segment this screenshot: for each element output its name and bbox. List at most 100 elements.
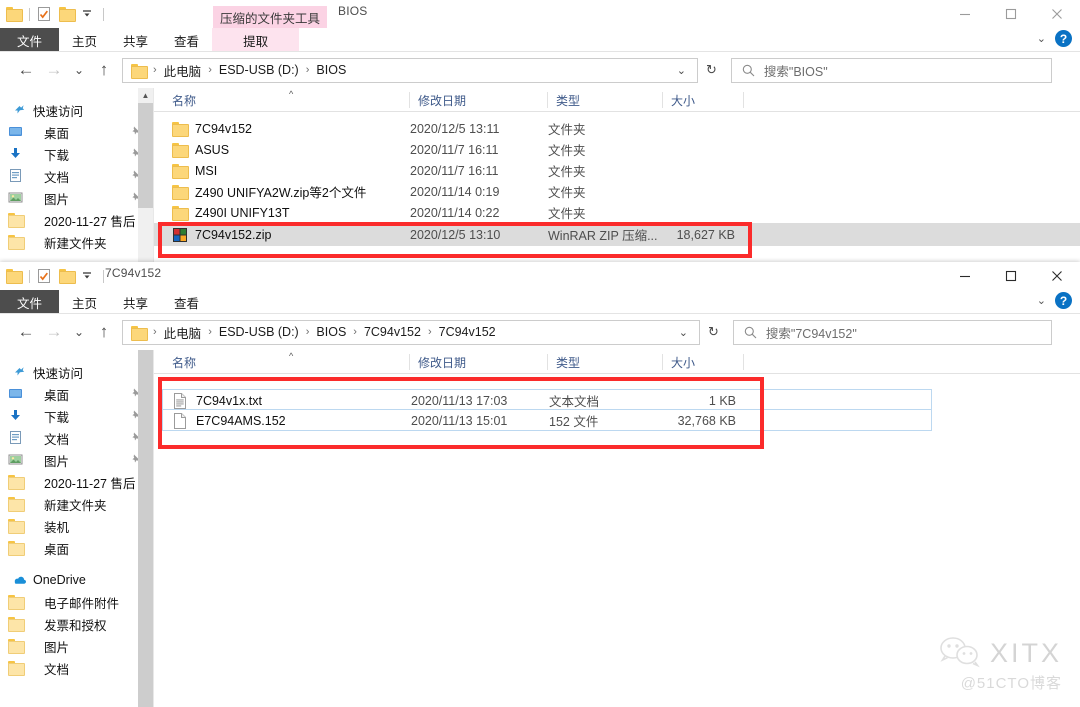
help-icon[interactable]: ? bbox=[1055, 30, 1072, 47]
window2-sidebar-scrollbar[interactable] bbox=[138, 350, 153, 707]
ribbon-expand-chevron-down-icon[interactable]: ⌄ bbox=[1037, 294, 1046, 307]
sidebar-item-downloads[interactable]: 下载 bbox=[0, 143, 153, 165]
tab-home[interactable]: 主页 bbox=[59, 28, 110, 52]
window2-search-box[interactable]: 搜索"7C94v152" bbox=[732, 319, 1052, 345]
back-arrow-icon[interactable]: ← bbox=[12, 55, 40, 85]
window1-window-controls[interactable] bbox=[942, 0, 1080, 28]
minimize-icon[interactable] bbox=[942, 0, 988, 28]
refresh-icon[interactable]: ↻ bbox=[700, 324, 727, 340]
tab-view[interactable]: 查看 bbox=[161, 290, 212, 314]
window2-window-controls[interactable] bbox=[942, 262, 1080, 290]
table-row-selected[interactable]: 7C94v152.zip 2020/12/5 13:10 WinRAR ZIP … bbox=[154, 223, 1080, 246]
maximize-icon[interactable] bbox=[988, 262, 1034, 290]
scroll-up-arrow-icon[interactable]: ▲ bbox=[138, 88, 153, 103]
close-icon[interactable] bbox=[1034, 262, 1080, 290]
customize-dropdown-icon[interactable] bbox=[80, 6, 97, 23]
new-folder-icon[interactable] bbox=[59, 268, 76, 285]
sidebar-item-downloads[interactable]: 下载 bbox=[0, 405, 153, 427]
sidebar-item-pictures[interactable]: 图片 bbox=[0, 187, 153, 209]
sidebar-item-invoices[interactable]: 发票和授权 bbox=[0, 613, 153, 635]
table-row[interactable]: MSI 2020/11/7 16:11 文件夹 bbox=[154, 160, 1080, 181]
sidebar-item-onedrive[interactable]: OneDrive bbox=[0, 569, 153, 591]
recent-locations-chevron-down-icon[interactable]: ⌄ bbox=[68, 317, 90, 347]
tab-share[interactable]: 共享 bbox=[110, 28, 161, 52]
sidebar-item-pictures[interactable]: 图片 bbox=[0, 449, 153, 471]
breadcrumb-item-0[interactable]: 此电脑 bbox=[161, 323, 205, 342]
breadcrumb-item-3[interactable]: 7C94v152 bbox=[361, 325, 424, 339]
window1-column-headers[interactable]: ^ 名称 修改日期 类型 大小 bbox=[154, 88, 1080, 112]
breadcrumb-item-4[interactable]: 7C94v152 bbox=[436, 325, 499, 339]
column-header-name[interactable]: 名称 bbox=[164, 350, 196, 374]
window1-quick-access-toolbar[interactable] bbox=[6, 3, 110, 25]
column-header-size[interactable]: 大小 bbox=[663, 350, 695, 374]
ribbon-expand-chevron-down-icon[interactable]: ⌄ bbox=[1037, 32, 1046, 45]
window1-sidebar[interactable]: 快速访问 桌面 下载 文档 图片 2020-11-27 售后 新建文件夹 ▲ bbox=[0, 88, 153, 262]
table-row[interactable]: ASUS 2020/11/7 16:11 文件夹 bbox=[154, 139, 1080, 160]
back-arrow-icon[interactable]: ← bbox=[12, 317, 40, 347]
scrollbar-thumb[interactable] bbox=[138, 103, 153, 208]
tab-file[interactable]: 文件 bbox=[0, 290, 60, 314]
sidebar-item-documents[interactable]: 文档 bbox=[0, 165, 153, 187]
folder-icon[interactable] bbox=[6, 268, 23, 285]
window1-address-bar[interactable]: › 此电脑 › ESD-USB (D:) › BIOS ⌄ bbox=[122, 57, 698, 83]
up-arrow-icon[interactable]: ↑ bbox=[90, 317, 118, 347]
table-row[interactable]: 7C94v152 2020/12/5 13:11 文件夹 bbox=[154, 118, 1080, 139]
window2-quick-access-toolbar[interactable] bbox=[6, 265, 110, 287]
customize-dropdown-icon[interactable] bbox=[80, 268, 97, 285]
window2-address-bar[interactable]: › 此电脑 › ESD-USB (D:) › BIOS › 7C94v152 ›… bbox=[122, 319, 700, 345]
sidebar-item-documents-onedrive[interactable]: 文档 bbox=[0, 657, 153, 679]
sidebar-item-desktop[interactable]: 桌面 bbox=[0, 383, 153, 405]
close-icon[interactable] bbox=[1034, 0, 1080, 28]
maximize-icon[interactable] bbox=[988, 0, 1034, 28]
column-header-type[interactable]: 类型 bbox=[548, 88, 580, 112]
address-history-chevron-down-icon[interactable]: ⌄ bbox=[670, 64, 693, 77]
sidebar-item-quick-access[interactable]: 快速访问 bbox=[0, 361, 153, 383]
scrollbar-thumb[interactable] bbox=[138, 350, 153, 707]
column-header-size[interactable]: 大小 bbox=[663, 88, 695, 112]
window1-sidebar-scrollbar[interactable]: ▲ bbox=[138, 88, 153, 262]
refresh-icon[interactable]: ↻ bbox=[698, 62, 725, 78]
sidebar-item-quick-access[interactable]: 快速访问 bbox=[0, 99, 153, 121]
table-row-selected[interactable]: E7C94AMS.152 2020/11/13 15:01 152 文件 32,… bbox=[162, 410, 932, 431]
table-row[interactable]: Z490I UNIFY13T 2020/11/14 0:22 文件夹 bbox=[154, 202, 1080, 223]
tab-home[interactable]: 主页 bbox=[59, 290, 110, 314]
address-history-chevron-down-icon[interactable]: ⌄ bbox=[672, 326, 695, 339]
table-row-selected[interactable]: 7C94v1x.txt 2020/11/13 17:03 文本文档 1 KB bbox=[162, 389, 932, 410]
tab-extract[interactable]: 提取 bbox=[212, 28, 300, 52]
sidebar-item-folder-20201127[interactable]: 2020-11-27 售后 bbox=[0, 471, 153, 493]
sidebar-item-pictures-onedrive[interactable]: 图片 bbox=[0, 635, 153, 657]
column-header-date[interactable]: 修改日期 bbox=[410, 350, 466, 374]
sidebar-item-email-attachments[interactable]: 电子邮件附件 bbox=[0, 591, 153, 613]
properties-icon[interactable] bbox=[36, 268, 53, 285]
window2-sidebar[interactable]: 快速访问 桌面 下载 文档 图片 2020-11-27 售后 新建文件夹 装机 … bbox=[0, 350, 153, 707]
breadcrumb-item-2[interactable]: BIOS bbox=[313, 63, 349, 77]
properties-icon[interactable] bbox=[36, 6, 53, 23]
minimize-icon[interactable] bbox=[942, 262, 988, 290]
breadcrumb-item-1[interactable]: ESD-USB (D:) bbox=[216, 63, 302, 77]
help-icon[interactable]: ? bbox=[1055, 292, 1072, 309]
table-row[interactable]: Z490 UNIFYA2W.zip等2个文件 2020/11/14 0:19 文… bbox=[154, 181, 1080, 202]
recent-locations-chevron-down-icon[interactable]: ⌄ bbox=[68, 55, 90, 85]
sidebar-item-new-folder[interactable]: 新建文件夹 bbox=[0, 493, 153, 515]
up-arrow-icon[interactable]: ↑ bbox=[90, 55, 118, 85]
sidebar-item-folder-20201127[interactable]: 2020-11-27 售后 bbox=[0, 209, 153, 231]
column-header-type[interactable]: 类型 bbox=[548, 350, 580, 374]
sidebar-item-documents[interactable]: 文档 bbox=[0, 427, 153, 449]
tab-file[interactable]: 文件 bbox=[0, 28, 60, 52]
breadcrumb-item-2[interactable]: BIOS bbox=[313, 325, 349, 339]
sidebar-item-desktop[interactable]: 桌面 bbox=[0, 121, 153, 143]
sidebar-item-zhuangji[interactable]: 装机 bbox=[0, 515, 153, 537]
sidebar-item-new-folder[interactable]: 新建文件夹 bbox=[0, 231, 153, 253]
column-header-date[interactable]: 修改日期 bbox=[410, 88, 466, 112]
window1-file-list[interactable]: ^ 名称 修改日期 类型 大小 7C94v152 2020/12/5 13:11… bbox=[153, 88, 1080, 262]
breadcrumb-item-1[interactable]: ESD-USB (D:) bbox=[216, 325, 302, 339]
sidebar-item-desktop-folder[interactable]: 桌面 bbox=[0, 537, 153, 559]
breadcrumb-item-0[interactable]: 此电脑 bbox=[161, 61, 205, 80]
tab-share[interactable]: 共享 bbox=[110, 290, 161, 314]
window2-column-headers[interactable]: ^ 名称 修改日期 类型 大小 bbox=[154, 350, 1080, 374]
tab-view[interactable]: 查看 bbox=[161, 28, 212, 52]
column-header-name[interactable]: 名称 bbox=[164, 88, 196, 112]
new-folder-icon[interactable] bbox=[59, 6, 76, 23]
window1-search-box[interactable]: 搜索"BIOS" bbox=[730, 57, 1052, 83]
folder-icon[interactable] bbox=[6, 6, 23, 23]
